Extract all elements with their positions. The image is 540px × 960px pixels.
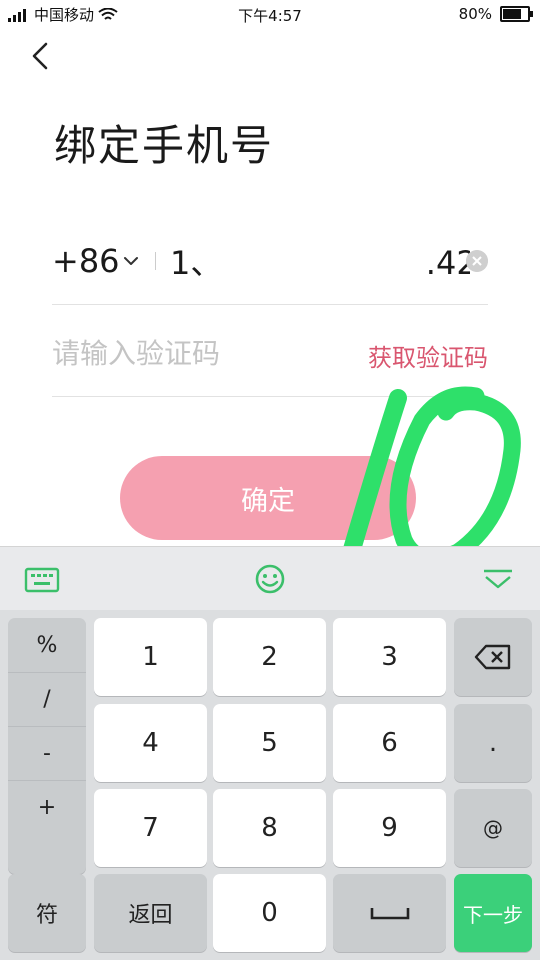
key-dot[interactable]: . xyxy=(454,704,532,782)
page-title: 绑定手机号 xyxy=(54,121,275,170)
code-row: 获取验证码 xyxy=(52,322,488,397)
keyboard-icon[interactable] xyxy=(22,563,62,597)
space-key[interactable] xyxy=(333,874,446,952)
battery-fill xyxy=(503,9,521,19)
keyboard-toolbar xyxy=(0,546,540,611)
key-0[interactable]: 0 xyxy=(213,874,326,952)
battery-icon xyxy=(500,6,533,22)
key-slash[interactable]: / xyxy=(8,672,86,727)
key-5[interactable]: 5 xyxy=(213,704,326,782)
key-7[interactable]: 7 xyxy=(94,789,207,867)
backspace-button[interactable] xyxy=(454,618,532,696)
back-button[interactable] xyxy=(24,38,64,78)
key-at[interactable]: @ xyxy=(454,789,532,867)
key-symbols[interactable]: 符 xyxy=(8,874,86,952)
key-8[interactable]: 8 xyxy=(213,789,326,867)
key-back[interactable]: 返回 xyxy=(94,874,207,952)
battery-percent: 80% xyxy=(458,5,492,23)
phone-input[interactable] xyxy=(170,238,470,284)
key-4[interactable]: 4 xyxy=(94,704,207,782)
get-code-button[interactable]: 获取验证码 xyxy=(368,338,488,373)
status-bar: 中国移动 下午4:57 80% xyxy=(0,0,540,28)
key-3[interactable]: 3 xyxy=(333,618,446,696)
confirm-button[interactable]: 确定 xyxy=(120,456,416,540)
symbol-column: % / - + xyxy=(8,618,86,874)
divider xyxy=(155,252,156,270)
next-step-button[interactable]: 下一步 xyxy=(454,874,532,952)
country-code[interactable]: +86 xyxy=(52,242,120,280)
key-plus[interactable]: + xyxy=(8,780,86,834)
chevron-down-icon[interactable] xyxy=(120,250,142,272)
clear-circle-icon[interactable] xyxy=(466,250,488,272)
space-icon xyxy=(370,908,409,920)
chevron-left-icon xyxy=(32,42,48,70)
key-percent[interactable]: % xyxy=(8,618,86,673)
collapse-icon[interactable] xyxy=(478,565,518,595)
key-minus[interactable]: - xyxy=(8,726,86,781)
status-right: 80% xyxy=(458,5,533,23)
phone-row: +86 xyxy=(52,232,488,305)
backspace-icon xyxy=(474,644,511,670)
key-2[interactable]: 2 xyxy=(213,618,326,696)
key-9[interactable]: 9 xyxy=(333,789,446,867)
key-6[interactable]: 6 xyxy=(333,704,446,782)
verify-code-input[interactable] xyxy=(52,332,332,374)
key-1[interactable]: 1 xyxy=(94,618,207,696)
numeric-keyboard: % / - + 1 2 3 4 5 6 . 7 8 9 @ 符 返回 0 下一步 xyxy=(0,610,540,960)
emoji-icon[interactable] xyxy=(252,561,288,597)
